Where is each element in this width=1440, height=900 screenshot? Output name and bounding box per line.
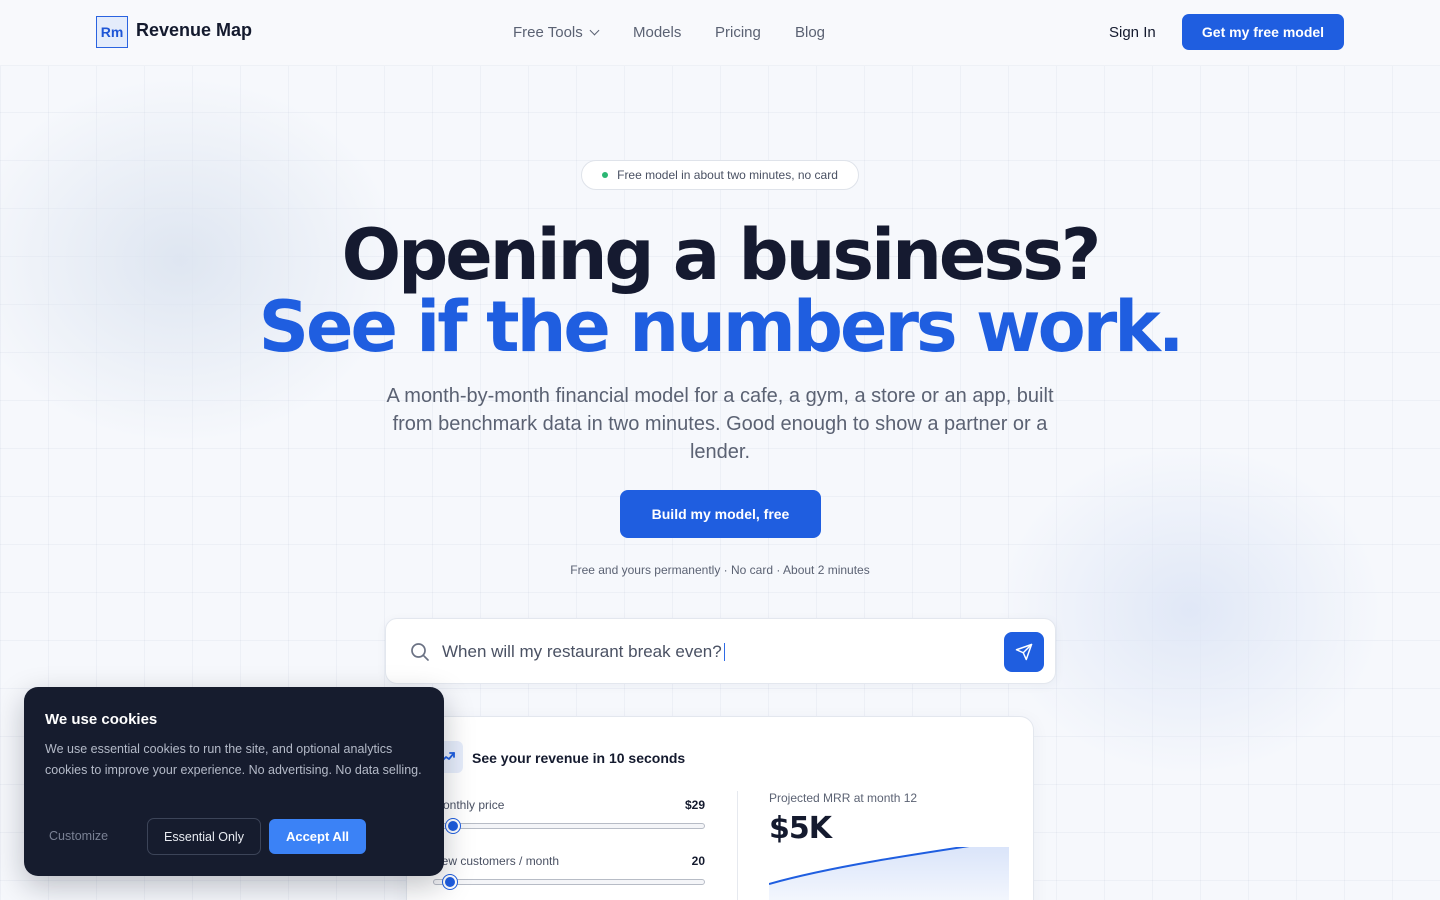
revenue-demo-card: See your revenue in 10 seconds Monthly p… (406, 716, 1034, 900)
chevron-down-icon (589, 25, 600, 36)
customers-slider-label: New customers / month (433, 854, 560, 868)
brand-name[interactable]: Revenue Map (136, 20, 252, 41)
headline-primary: Opening a business? (341, 214, 1102, 296)
question-search-box[interactable]: When will my restaurant break even? (385, 618, 1056, 684)
nav-item-label: Free Tools (513, 24, 583, 41)
price-slider[interactable] (433, 819, 705, 833)
nav-item-blog[interactable]: Blog (795, 24, 825, 41)
search-icon (411, 643, 429, 661)
search-input-value: When will my restaurant break even? (442, 642, 722, 661)
sign-in-link[interactable]: Sign In (1109, 24, 1156, 41)
slider-thumb[interactable] (443, 875, 458, 889)
status-dot-icon (602, 172, 609, 178)
hero-badge-text: Free model in about two minutes, no card (617, 168, 838, 182)
build-model-button[interactable]: Build my model, free (620, 490, 821, 538)
top-navigation: Rm Revenue Map Free Tools Models Pricing… (0, 0, 1440, 66)
background-glow (980, 430, 1400, 790)
customers-slider[interactable] (433, 875, 705, 889)
slider-thumb[interactable] (446, 819, 461, 833)
price-slider-value: $29 (684, 798, 705, 812)
search-input[interactable]: When will my restaurant break even? (442, 639, 1002, 665)
mrr-value: $5K (769, 811, 832, 846)
text-caret (723, 643, 726, 661)
customers-slider-value: 20 (691, 854, 705, 868)
logo-mark[interactable]: Rm (96, 16, 128, 48)
hero-badge: Free model in about two minutes, no card (581, 160, 859, 190)
cookie-title: We use cookies (45, 711, 158, 728)
sparkline-area (769, 847, 1009, 900)
get-free-model-button[interactable]: Get my free model (1182, 14, 1344, 50)
hero-fine-print: Free and yours permanently · No card · A… (570, 563, 870, 577)
card-divider (737, 791, 738, 900)
nav-item-free-tools[interactable]: Free Tools (513, 24, 600, 41)
cookie-banner: We use cookies We use essential cookies … (24, 687, 444, 876)
cookie-accept-all-button[interactable]: Accept All (269, 819, 366, 854)
mrr-label: Projected MRR at month 12 (769, 791, 918, 805)
nav-item-models[interactable]: Models (633, 24, 681, 41)
cookie-body: We use essential cookies to run the site… (45, 742, 422, 777)
demo-card-title: See your revenue in 10 seconds (472, 750, 686, 766)
mrr-sparkline (769, 847, 1009, 900)
nav-item-pricing[interactable]: Pricing (715, 24, 761, 41)
cookie-essential-only-button[interactable]: Essential Only (147, 818, 261, 855)
headline-accent: See if the numbers work. (258, 286, 1185, 368)
send-button[interactable] (1004, 632, 1044, 672)
hero-subtitle: A month-by-month financial model for a c… (386, 385, 1054, 463)
cookie-customize-link[interactable]: Customize (49, 829, 108, 843)
send-icon (1015, 643, 1033, 661)
